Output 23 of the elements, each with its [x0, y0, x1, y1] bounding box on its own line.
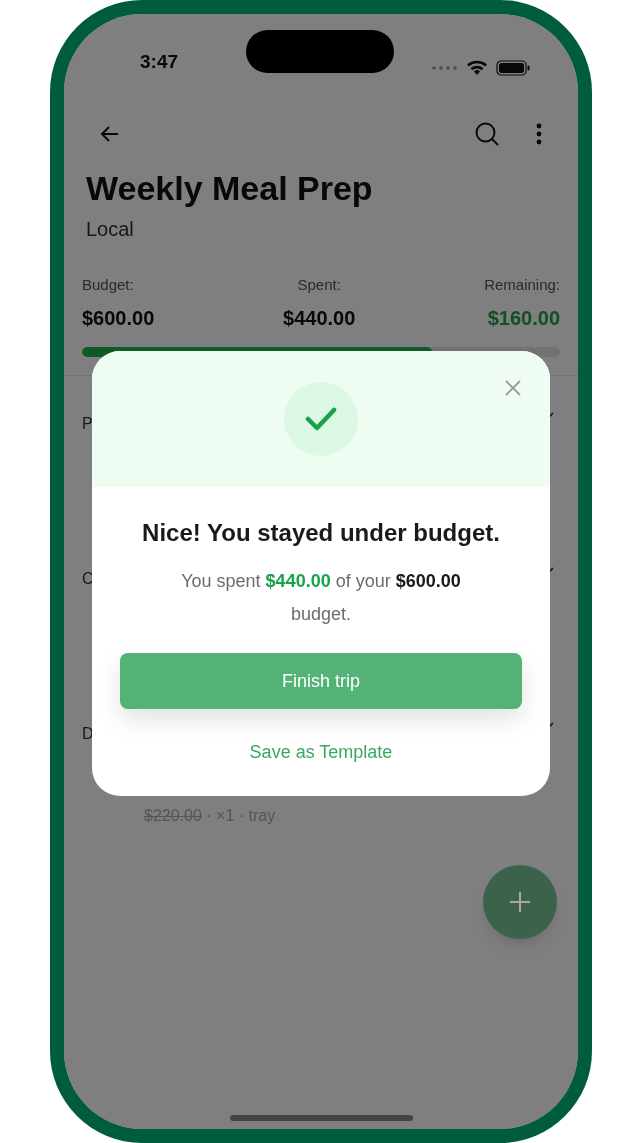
page-subtitle: Local	[85, 217, 135, 242]
section-label: P	[82, 413, 93, 434]
close-icon	[504, 379, 522, 397]
stat-label: Spent:	[297, 275, 341, 295]
stat-value: $160.00	[487, 305, 560, 331]
page-title: Weekly Meal Prep	[85, 168, 374, 209]
signal-icon	[432, 66, 458, 70]
battery-icon	[496, 60, 530, 76]
dialog-title: Nice! You stayed under budget.	[142, 518, 500, 548]
finish-trip-button[interactable]: Finish trip	[120, 653, 522, 709]
dialog-message: You spent $440.00 of your $600.00 budget.	[180, 570, 462, 626]
stat-value: $600.00	[82, 305, 155, 331]
wifi-icon	[466, 60, 488, 76]
search-icon	[474, 121, 500, 147]
status-time: 3:47	[140, 49, 179, 74]
plus-icon	[509, 891, 531, 913]
stat-value: $440.00	[283, 305, 356, 331]
stat-label: Budget:	[82, 275, 134, 295]
more-vertical-icon	[536, 123, 542, 145]
save-template-link[interactable]: Save as Template	[249, 739, 393, 766]
stat-label: Remaining:	[484, 275, 560, 295]
search-button[interactable]	[474, 121, 500, 147]
more-button[interactable]	[536, 123, 542, 145]
